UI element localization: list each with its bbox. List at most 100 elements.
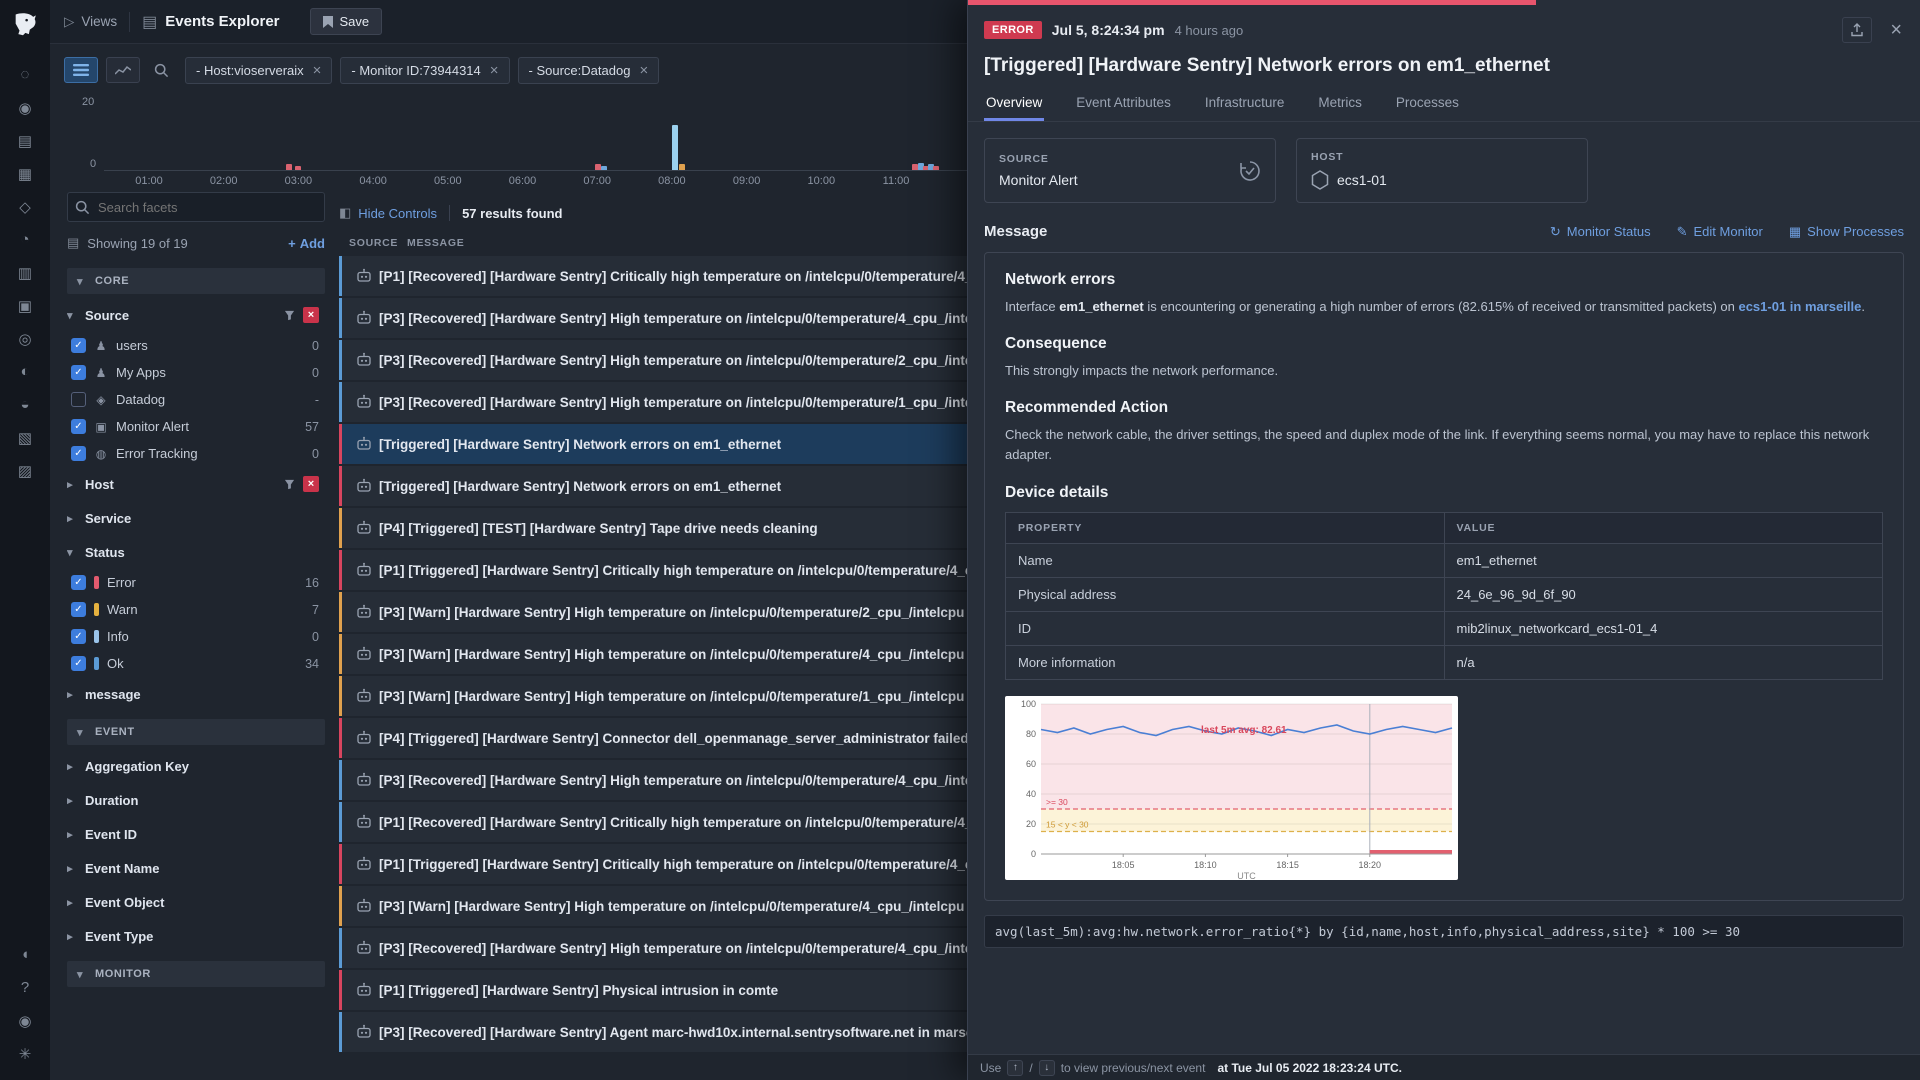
account-icon[interactable]: ◉ <box>8 1004 42 1037</box>
facet-item[interactable]: ✓▣Monitor Alert57 <box>67 413 325 440</box>
checkbox[interactable]: ✓ <box>71 602 86 617</box>
hardware-sentry-icon <box>349 897 379 915</box>
edit-monitor-button[interactable]: ✎Edit Monitor <box>1677 224 1763 240</box>
facet-group-event-name[interactable]: ▸Event Name <box>67 851 325 885</box>
facet-item[interactable]: ✓Ok34 <box>67 650 325 677</box>
filter-icon[interactable] <box>281 476 297 492</box>
hardware-sentry-icon <box>349 393 379 411</box>
section-core[interactable]: ▾ CORE <box>67 268 325 294</box>
clear-filter-icon[interactable]: × <box>303 307 319 323</box>
apm-icon[interactable]: ◔ <box>8 223 42 256</box>
remove-filter-icon[interactable]: × <box>313 63 322 78</box>
facet-group-event-type[interactable]: ▸Event Type <box>67 919 325 953</box>
views-button[interactable]: ▷ Views <box>64 14 117 30</box>
filter-icon[interactable] <box>281 307 297 323</box>
close-icon[interactable]: × <box>1890 20 1902 40</box>
clear-filter-icon[interactable]: × <box>303 476 319 492</box>
facet-item[interactable]: ✓◍Error Tracking0 <box>67 440 325 467</box>
monitor-metric-chart[interactable]: 020406080100>= 3015 < y < 3018:0518:1018… <box>1005 696 1458 880</box>
hide-controls-button[interactable]: ◧ Hide Controls <box>339 205 437 221</box>
add-facet-button[interactable]: +Add <box>288 236 325 251</box>
facet-item[interactable]: ✓Info0 <box>67 623 325 650</box>
tab-event-attributes[interactable]: Event Attributes <box>1074 87 1173 121</box>
chevron-down-icon: ▾ <box>67 546 77 559</box>
list-view-toggle[interactable] <box>64 57 98 83</box>
save-button[interactable]: Save <box>310 8 383 35</box>
filter-pill[interactable]: - Monitor ID:73944314× <box>340 57 509 84</box>
list-icon <box>73 64 89 76</box>
checkbox[interactable]: ✓ <box>71 446 86 461</box>
tab-overview[interactable]: Overview <box>984 87 1044 121</box>
facet-group-status[interactable]: ▾ Status <box>67 535 325 569</box>
chevron-down-icon: ▾ <box>77 726 87 739</box>
filter-pill[interactable]: - Host:vioserveraix× <box>185 57 332 84</box>
facet-group-message[interactable]: ▸ message <box>67 677 325 711</box>
timeline-tick-label: 01:00 <box>135 175 163 187</box>
facet-search-input[interactable] <box>67 192 325 222</box>
arrow-up-key[interactable]: ↑ <box>1007 1060 1023 1076</box>
checkbox[interactable]: ✓ <box>71 629 86 644</box>
checkbox[interactable]: ✓ <box>71 656 86 671</box>
monitor-status-button[interactable]: ↻Monitor Status <box>1550 224 1651 240</box>
host-link[interactable]: ecs1-01 in marseille <box>1738 299 1861 314</box>
tab-processes[interactable]: Processes <box>1394 87 1461 121</box>
rum-icon[interactable]: ◐ <box>8 355 42 388</box>
show-processes-button[interactable]: ▦Show Processes <box>1789 224 1904 240</box>
tab-infrastructure[interactable]: Infrastructure <box>1203 87 1287 121</box>
facet-group-aggregation-key[interactable]: ▸Aggregation Key <box>67 749 325 783</box>
checkbox[interactable]: ✓ <box>71 575 86 590</box>
export-button[interactable] <box>1842 17 1872 43</box>
divider <box>449 205 450 221</box>
events-icon[interactable]: ▤ <box>8 124 42 157</box>
line-chart-icon <box>115 64 131 76</box>
facet-item[interactable]: ✓♟users0 <box>67 332 325 359</box>
save-icon <box>323 16 333 28</box>
facet-item[interactable]: ✓Warn7 <box>67 596 325 623</box>
section-monitor[interactable]: ▾ MONITOR <box>67 961 325 987</box>
chat-icon[interactable]: ◖ <box>8 938 42 971</box>
users-icon: ♟ <box>94 339 108 353</box>
facet-item[interactable]: ✓Error16 <box>67 569 325 596</box>
database-icon[interactable]: ▧ <box>8 421 42 454</box>
message-actions: ↻Monitor Status ✎Edit Monitor ▦Show Proces… <box>1524 224 1904 240</box>
section-event[interactable]: ▾ EVENT <box>67 719 325 745</box>
analytics-view-toggle[interactable] <box>106 57 140 83</box>
facet-group-host[interactable]: ▸ Host × <box>67 467 325 501</box>
tab-metrics[interactable]: Metrics <box>1316 87 1364 121</box>
ci-icon[interactable]: ◒ <box>8 388 42 421</box>
facet-group-source[interactable]: ▾ Source × <box>67 298 325 332</box>
monitor-query[interactable]: avg(last_5m):avg:hw.network.error_ratio{… <box>984 915 1904 948</box>
checkbox[interactable]: ✓ <box>71 419 86 434</box>
filter-pill[interactable]: - Source:Datadog× <box>518 57 660 84</box>
settings-icon[interactable]: ✳ <box>8 1037 42 1070</box>
logs-icon[interactable]: ▥ <box>8 256 42 289</box>
security-icon[interactable]: ▣ <box>8 289 42 322</box>
message-paragraph: Check the network cable, the driver sett… <box>1005 425 1883 465</box>
datadog-logo[interactable] <box>8 8 42 42</box>
timeline-bar[interactable] <box>672 125 678 170</box>
facet-group-service[interactable]: ▸ Service <box>67 501 325 535</box>
metrics-icon[interactable]: ▦ <box>8 157 42 190</box>
facet-group-event-id[interactable]: ▸Event ID <box>67 817 325 851</box>
timeline-tick-label: 09:00 <box>733 175 761 187</box>
host-card[interactable]: HOST ecs1-01 <box>1296 138 1588 203</box>
rail-bottom-icons: ◖?◉✳ <box>8 938 42 1070</box>
infrastructure-icon[interactable]: ◇ <box>8 190 42 223</box>
facet-item[interactable]: ◈Datadog- <box>67 386 325 413</box>
search-icon[interactable]: ◌ <box>8 58 42 91</box>
remove-filter-icon[interactable]: × <box>490 63 499 78</box>
synthetics-icon[interactable]: ◎ <box>8 322 42 355</box>
arrow-down-key[interactable]: ↓ <box>1039 1060 1055 1076</box>
facet-group-duration[interactable]: ▸Duration <box>67 783 325 817</box>
remove-filter-icon[interactable]: × <box>639 63 648 78</box>
facet-item-label: Error <box>107 575 136 590</box>
watchdog-icon[interactable]: ◉ <box>8 91 42 124</box>
checkbox[interactable]: ✓ <box>71 338 86 353</box>
checkbox[interactable] <box>71 392 86 407</box>
facet-group-event-object[interactable]: ▸Event Object <box>67 885 325 919</box>
notebooks-icon[interactable]: ▨ <box>8 454 42 487</box>
search-icon[interactable] <box>154 63 169 78</box>
facet-item[interactable]: ✓♟My Apps0 <box>67 359 325 386</box>
help-icon[interactable]: ? <box>8 971 42 1004</box>
checkbox[interactable]: ✓ <box>71 365 86 380</box>
